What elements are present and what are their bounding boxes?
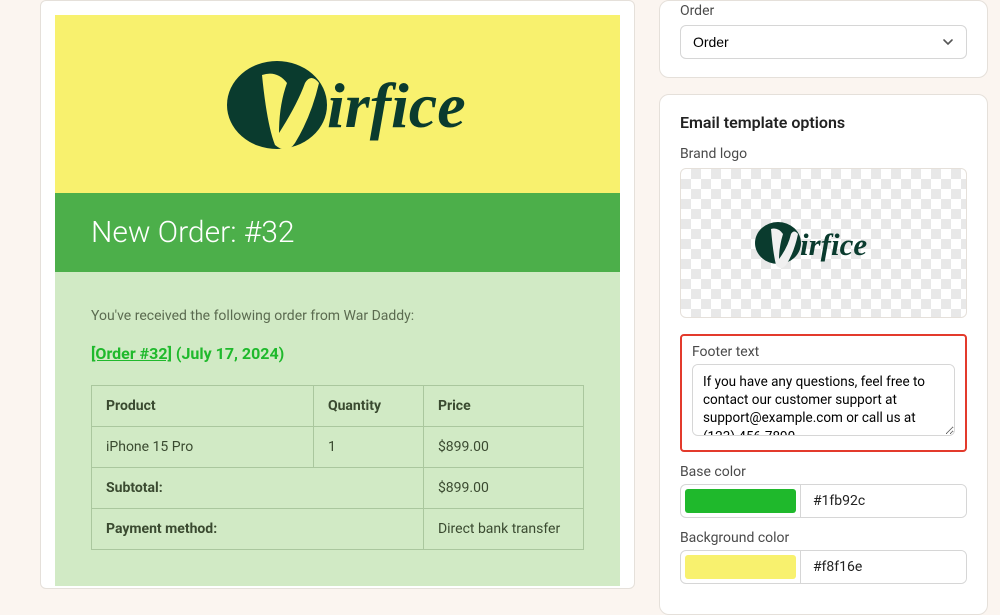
- base-color-label: Base color: [680, 464, 967, 480]
- order-items-table: Product Quantity Price iPhone 15 Pro 1 $…: [91, 385, 584, 550]
- template-options-card: Email template options Brand logo irfice…: [659, 94, 988, 615]
- email-intro-text: You've received the following order from…: [91, 308, 584, 324]
- base-color-field[interactable]: #1fb92c: [680, 484, 967, 518]
- svg-text:irfice: irfice: [327, 70, 466, 141]
- payment-row: Payment method: Direct bank transfer: [92, 509, 584, 550]
- subtotal-label: Subtotal:: [92, 468, 424, 509]
- base-color-hex[interactable]: #1fb92c: [801, 485, 966, 517]
- table-row: iPhone 15 Pro 1 $899.00: [92, 427, 584, 468]
- order-field-label: Order: [680, 3, 967, 19]
- order-link[interactable]: [Order #32]: [91, 344, 172, 363]
- cell-quantity: 1: [313, 427, 423, 468]
- settings-sidebar: Order Order Email template options Brand…: [659, 0, 988, 589]
- subtotal-value: $899.00: [423, 468, 583, 509]
- svg-text:irfice: irfice: [800, 227, 867, 262]
- col-quantity: Quantity: [313, 386, 423, 427]
- email-preview-panel: irfice New Order: #32 You've received th…: [40, 0, 635, 589]
- brand-logo: irfice: [207, 35, 467, 165]
- bg-color-swatch[interactable]: [681, 551, 801, 583]
- brand-logo-area: irfice: [55, 15, 620, 193]
- bg-color-hex[interactable]: #f8f16e: [801, 551, 966, 583]
- order-select[interactable]: Order: [680, 25, 967, 59]
- email-order-body: You've received the following order from…: [55, 272, 620, 586]
- bg-color-field[interactable]: #f8f16e: [680, 550, 967, 584]
- base-color-swatch[interactable]: [681, 485, 801, 517]
- col-product: Product: [92, 386, 314, 427]
- brand-logo-thumb: irfice: [748, 213, 898, 273]
- email-canvas: irfice New Order: #32 You've received th…: [55, 15, 620, 574]
- footer-text-group: Footer text: [680, 334, 967, 452]
- order-date-text: (July 17, 2024): [176, 344, 284, 363]
- bg-color-label: Background color: [680, 530, 967, 546]
- col-price: Price: [423, 386, 583, 427]
- email-order-header: New Order: #32: [55, 193, 620, 272]
- payment-label: Payment method:: [92, 509, 424, 550]
- order-select-card: Order Order: [659, 0, 988, 78]
- footer-text-label: Footer text: [692, 344, 955, 360]
- cell-price: $899.00: [423, 427, 583, 468]
- brand-logo-label: Brand logo: [680, 146, 967, 162]
- subtotal-row: Subtotal: $899.00: [92, 468, 584, 509]
- brand-logo-upload[interactable]: irfice: [680, 168, 967, 318]
- footer-text-input[interactable]: [692, 364, 955, 436]
- payment-value: Direct bank transfer: [423, 509, 583, 550]
- cell-product: iPhone 15 Pro: [92, 427, 314, 468]
- email-order-link-row: [Order #32] (July 17, 2024): [91, 344, 584, 363]
- template-options-title: Email template options: [680, 113, 967, 132]
